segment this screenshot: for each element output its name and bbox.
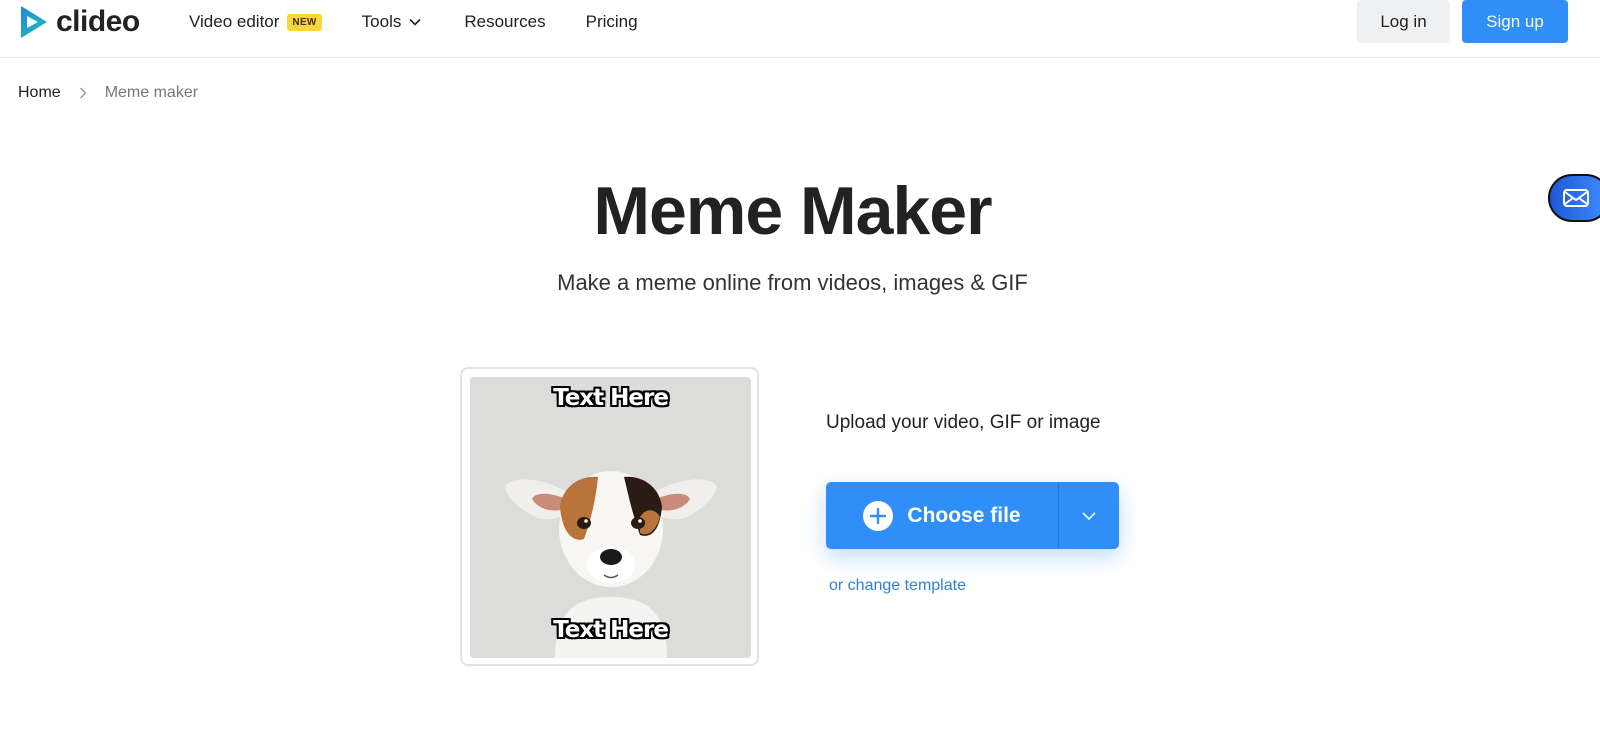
chevron-right-icon — [79, 87, 87, 99]
breadcrumb-home[interactable]: Home — [18, 84, 61, 102]
meme-top-text: Text Here — [553, 385, 669, 411]
choose-file-group: Choose file — [826, 482, 1119, 549]
site-header: clideo Video editor NEW Tools Resources … — [0, 0, 1600, 58]
page-title: Meme Maker — [593, 173, 992, 249]
nav-resources[interactable]: Resources — [464, 12, 545, 32]
nav-tools-label: Tools — [361, 12, 402, 31]
chevron-down-icon — [409, 18, 421, 26]
login-button[interactable]: Log in — [1357, 0, 1450, 43]
nav-pricing[interactable]: Pricing — [586, 12, 638, 32]
nav-video-editor[interactable]: Video editor NEW — [189, 12, 322, 32]
logo-text: clideo — [56, 5, 140, 38]
choose-file-label: Choose file — [907, 503, 1021, 527]
nav-pricing-label: Pricing — [585, 12, 638, 31]
breadcrumb-current: Meme maker — [104, 84, 199, 101]
plus-icon — [863, 500, 894, 531]
choose-file-button[interactable]: Choose file — [826, 482, 1058, 549]
main-nav: Video editor NEW Tools Resources Pricing — [189, 0, 638, 44]
signup-button[interactable]: Sign up — [1462, 0, 1568, 43]
play-logo-icon — [21, 6, 47, 38]
upload-label: Upload your video, GIF or image — [826, 412, 1101, 433]
breadcrumb: Home Meme maker — [18, 84, 198, 102]
page-subtitle: Make a meme online from videos, images &… — [557, 270, 1028, 295]
nav-resources-label: Resources — [464, 12, 546, 31]
nav-video-editor-label: Video editor — [189, 12, 280, 31]
chevron-down-icon — [1082, 511, 1096, 520]
new-badge: NEW — [287, 13, 322, 31]
meme-template-card[interactable]: Text Here Text Here — [460, 367, 759, 666]
change-template-link[interactable]: or change template — [829, 577, 966, 595]
nav-tools[interactable]: Tools — [362, 12, 422, 32]
meme-template-preview: Text Here Text Here — [470, 377, 751, 658]
choose-file-dropdown[interactable] — [1059, 482, 1119, 549]
clideo-logo[interactable]: clideo — [18, 4, 140, 40]
meme-bottom-text: Text Here — [553, 617, 669, 643]
